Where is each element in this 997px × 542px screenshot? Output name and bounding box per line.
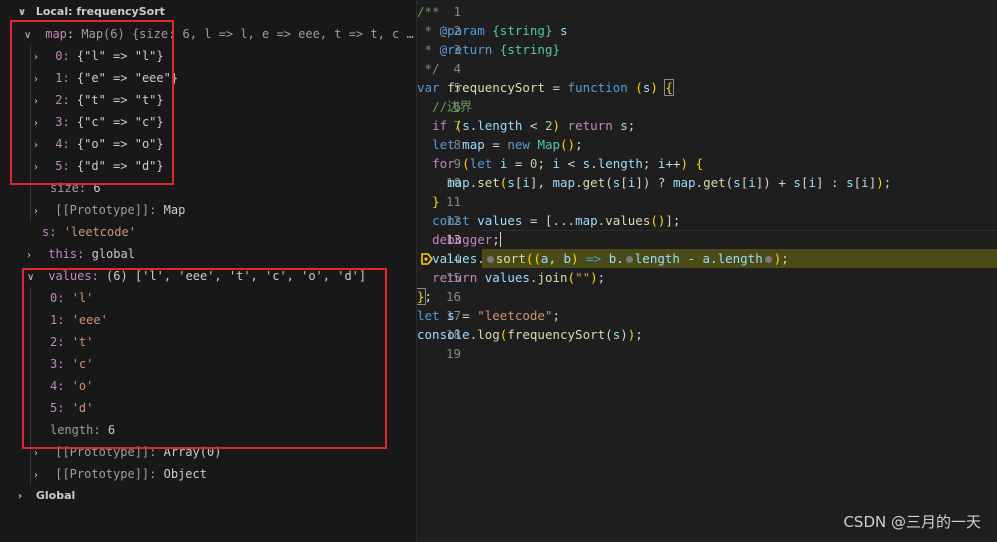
code-line[interactable]: //边界 bbox=[417, 97, 997, 116]
chevron-right-icon: › bbox=[18, 491, 23, 502]
code-line[interactable]: map.set(s[i], map.get(s[i]) ? map.get(s[… bbox=[417, 173, 997, 192]
inline-breakpoint-icon[interactable] bbox=[625, 256, 633, 263]
chevron-right-icon: › bbox=[27, 250, 31, 261]
code-line[interactable]: * @param {string} s bbox=[417, 21, 997, 40]
code-line[interactable]: const values = [...map.values()]; bbox=[417, 211, 997, 230]
values-prototype[interactable]: › [[Prototype]]: Object bbox=[34, 463, 416, 485]
code-line[interactable]: } bbox=[417, 192, 997, 211]
code-line[interactable]: * @return {string} bbox=[417, 40, 997, 59]
code-line[interactable]: return values.join(""); bbox=[417, 268, 997, 287]
code-line[interactable]: var frequencySort = function (s) { bbox=[417, 78, 997, 97]
var-s[interactable]: s: 'leetcode' bbox=[42, 221, 416, 243]
code-line[interactable]: if (s.length < 2) return s; bbox=[417, 116, 997, 135]
code-line[interactable]: let s = "leetcode"; bbox=[417, 306, 997, 325]
watermark: CSDN @三月的一天 bbox=[843, 513, 981, 531]
code-line[interactable] bbox=[417, 344, 997, 363]
scope-local-label: Local: frequencySort bbox=[35, 5, 165, 18]
code-line[interactable]: let map = new Map(); bbox=[417, 135, 997, 154]
inline-breakpoint-icon[interactable] bbox=[486, 256, 494, 263]
annotation-box-map bbox=[10, 20, 174, 185]
code-line[interactable]: debugger; bbox=[417, 230, 997, 249]
code-line[interactable]: }; bbox=[417, 287, 997, 306]
scope-global[interactable]: › Global bbox=[18, 485, 416, 507]
annotation-box-values bbox=[22, 268, 387, 449]
code-line[interactable]: for (let i = 0; i < s.length; i++) { bbox=[417, 154, 997, 173]
variables-panel: ∨ Local: frequencySort ∨ map: Map(6) {si… bbox=[0, 0, 417, 542]
inline-breakpoint-icon[interactable] bbox=[764, 256, 772, 263]
chevron-right-icon: › bbox=[34, 470, 38, 481]
code-line[interactable]: /** bbox=[417, 2, 997, 21]
chevron-right-icon: › bbox=[34, 206, 38, 217]
code-line[interactable]: */ bbox=[417, 59, 997, 78]
var-this[interactable]: › this: global bbox=[27, 243, 416, 265]
map-prototype[interactable]: › [[Prototype]]: Map bbox=[34, 199, 416, 221]
code-editor[interactable]: 1 2 3 4 5 6 7 8 9 10 11 12 13 14 15 16 1… bbox=[417, 0, 997, 542]
code-line[interactable]: values. sort((a, b) => b. length - a.lengt… bbox=[417, 249, 997, 268]
code-line[interactable]: console.log(frequencySort(s)); bbox=[417, 325, 997, 344]
